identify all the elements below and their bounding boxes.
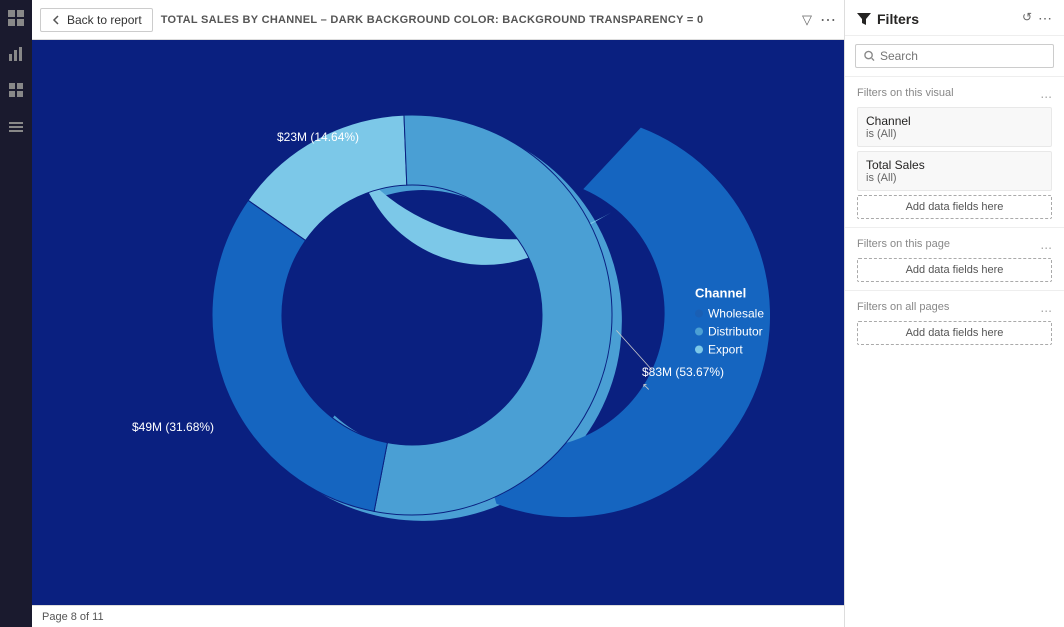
visual-filters-dots[interactable]: ... bbox=[1040, 85, 1052, 101]
page-info: Page 8 of 11 bbox=[42, 611, 104, 623]
main-content: Back to report TOTAL SALES BY CHANNEL – … bbox=[32, 0, 844, 627]
chart-legend: Channel Wholesale Distributor Export bbox=[695, 285, 764, 360]
filter-channel-name: Channel bbox=[866, 114, 1043, 128]
page-filters-header: Filters on this page ... bbox=[857, 236, 1052, 252]
visual-add-data-button[interactable]: Add data fields here bbox=[857, 195, 1052, 219]
filter-search-box[interactable] bbox=[855, 44, 1054, 68]
filter-card-total-sales[interactable]: Total Sales is (All) bbox=[857, 151, 1052, 191]
wholesale-label: $49M (31.68%) bbox=[132, 420, 214, 434]
visual-filters-section: Filters on this visual ... Channel is (A… bbox=[845, 76, 1064, 227]
search-icon bbox=[864, 50, 875, 62]
legend-item-export: Export bbox=[695, 342, 764, 356]
filter-panel-title: Filters bbox=[857, 11, 919, 27]
export-label: $23M (14.64%) bbox=[277, 130, 359, 144]
all-filters-header: Filters on all pages ... bbox=[857, 299, 1052, 315]
filter-icon-topbar[interactable]: ▽ bbox=[802, 12, 812, 28]
legend-item-distributor: Distributor bbox=[695, 324, 764, 338]
filter-panel-header: Filters ↺ ⋯ bbox=[845, 0, 1064, 36]
all-pages-add-data-button[interactable]: Add data fields here bbox=[857, 321, 1052, 345]
wholesale-legend-label: Wholesale bbox=[708, 306, 764, 320]
page-add-data-button[interactable]: Add data fields here bbox=[857, 258, 1052, 282]
more-options-icon[interactable]: ⋯ bbox=[820, 10, 836, 30]
filter-channel-value: is (All) bbox=[866, 128, 1043, 140]
filter-card-channel[interactable]: Channel is (All) bbox=[857, 107, 1052, 147]
filter-more-icon[interactable]: ⋯ bbox=[1038, 10, 1052, 27]
back-to-report-button[interactable]: Back to report bbox=[40, 8, 153, 32]
grid-icon[interactable] bbox=[6, 80, 26, 100]
back-button-label: Back to report bbox=[67, 13, 142, 27]
wholesale-dot bbox=[695, 309, 703, 317]
export-dot bbox=[695, 345, 703, 353]
distributor-label: $83M (53.67%) ↖ bbox=[642, 365, 724, 393]
chart-canvas: $23M (14.64%) $83M (53.67%) ↖ $49M (31.6… bbox=[32, 40, 844, 605]
page-filters-section: Filters on this page ... Add data fields… bbox=[845, 227, 1064, 290]
sidebar bbox=[0, 0, 32, 627]
filter-totalsales-value: is (All) bbox=[866, 172, 1043, 184]
distributor-legend-label: Distributor bbox=[708, 324, 763, 338]
logo-icon[interactable] bbox=[6, 8, 26, 28]
filter-icon bbox=[857, 12, 871, 26]
filter-refresh-icon[interactable]: ↺ bbox=[1022, 10, 1032, 27]
all-pages-filters-section: Filters on all pages ... Add data fields… bbox=[845, 290, 1064, 353]
topbar: Back to report TOTAL SALES BY CHANNEL – … bbox=[32, 0, 844, 40]
distributor-dot bbox=[695, 327, 703, 335]
bar-chart-icon[interactable] bbox=[6, 44, 26, 64]
filter-search-input[interactable] bbox=[880, 49, 1045, 63]
all-filters-title: Filters on all pages bbox=[857, 301, 949, 313]
bottombar: Page 8 of 11 bbox=[32, 605, 844, 627]
all-filters-dots[interactable]: ... bbox=[1040, 299, 1052, 315]
visual-filters-title: Filters on this visual bbox=[857, 87, 954, 99]
legend-item-wholesale: Wholesale bbox=[695, 306, 764, 320]
filter-header-icons: ↺ ⋯ bbox=[1022, 10, 1052, 27]
page-filters-dots[interactable]: ... bbox=[1040, 236, 1052, 252]
legend-title: Channel bbox=[695, 285, 764, 300]
layers-icon[interactable] bbox=[6, 116, 26, 136]
export-legend-label: Export bbox=[708, 342, 743, 356]
page-title: TOTAL SALES BY CHANNEL – DARK BACKGROUND… bbox=[161, 14, 704, 26]
page-filters-title: Filters on this page bbox=[857, 238, 950, 250]
filter-panel: Filters ↺ ⋯ Filters on this visual ... C… bbox=[844, 0, 1064, 627]
visual-filters-header: Filters on this visual ... bbox=[857, 85, 1052, 101]
filter-totalsales-name: Total Sales bbox=[866, 158, 1043, 172]
